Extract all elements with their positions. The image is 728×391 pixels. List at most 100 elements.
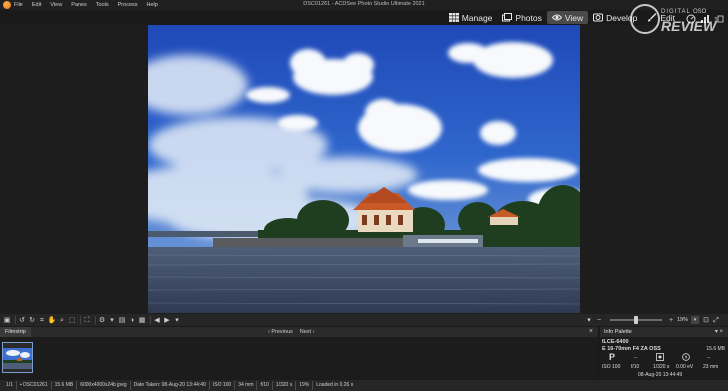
fit-to-screen-icon[interactable]: ⤢ [712,316,720,324]
menu-file[interactable]: File [14,2,23,8]
tab-edit-label: Edit [660,12,675,23]
iso-value: ISO 100 [602,364,621,370]
tab-edit[interactable]: Edit [642,11,680,24]
flash-icon [682,353,690,363]
filmstrip [0,337,598,379]
status-filename: ▪ DSC01261 [17,381,52,390]
info-palette-header: Info Palette ▾ × [600,327,728,337]
menu-bar: File Edit View Panes Tools Process Help [0,0,728,10]
filmstrip-tab[interactable]: Filmstrip [0,327,31,337]
image-viewer[interactable] [0,25,728,314]
more-dropdown-icon[interactable]: ▾ [173,316,181,324]
zoom-slider-knob[interactable] [633,316,638,324]
menu-process[interactable]: Process [118,2,138,8]
status-loaded: Loaded in 0.26 s [316,382,354,388]
status-filename-text: DSC01261 [23,382,48,388]
status-focal: 34 mm [235,381,258,390]
zoom-in-icon[interactable]: + [667,316,675,324]
next-button[interactable]: Next › [300,329,315,335]
crop-icon[interactable]: ⌗ [38,316,46,324]
tab-photos-label: Photos [515,12,542,23]
rotate-left-icon[interactable]: ↺ [18,316,26,324]
zoom-icon[interactable]: ⌕ [58,316,66,324]
landscape-photo-image [148,25,580,313]
brush-icon [648,13,657,22]
exposure-mode: P [609,352,616,362]
app-logo-icon[interactable] [3,1,11,9]
toolbar-divider [80,316,81,324]
filmstrip-close-button[interactable]: × [589,328,593,335]
status-dimensions: 6000x4000x24b jpeg [77,381,131,390]
settings-icon[interactable]: ⚙ [98,316,106,324]
zoom-controls: ▾ − + 19% ▾ ⊡ ⤢ [585,316,722,324]
filmstrip-nav: ‹ Previous Next › [268,327,314,337]
photos-icon [502,13,513,22]
tab-manage[interactable]: Manage [444,11,498,24]
fit-icon[interactable]: ⛶ [83,316,91,324]
status-shutter: 1/320 s [273,381,297,390]
focal-length: 23 mm [703,364,719,370]
slideshow-icon[interactable]: ▦ [138,316,146,324]
metering-icon [656,353,664,363]
tab-develop-label: Develop [606,12,638,23]
pan-icon[interactable]: ✋ [48,316,57,324]
toolbar-divider [150,316,151,324]
compare-icon[interactable]: ▤ [118,316,126,324]
zoom-preset-dropdown[interactable]: ▾ [691,316,699,324]
eye-icon [551,14,562,21]
info-palette: ILCE-6400 E 16-70mm F4 ZA OSS 15.6 MB P … [600,337,728,379]
mode-1to1-icon[interactable]: 1 [714,11,724,24]
previous-button[interactable]: ‹ Previous [268,329,293,335]
toolbar-divider [15,316,16,324]
stats-icon[interactable] [700,11,710,23]
grid-icon [448,13,459,22]
menu-edit[interactable]: Edit [32,2,41,8]
shutter-value: 1/320 s [653,364,670,370]
save-icon[interactable]: ▣ [3,316,11,324]
tab-manage-label: Manage [461,12,493,23]
status-aperture: f/10 [257,381,273,390]
status-size: 15.6 MB [52,381,78,390]
dashboard-icon[interactable] [686,11,696,24]
file-size: 15.6 MB [706,346,725,352]
top-right-icons: 1 [686,11,724,24]
develop-icon [593,13,604,22]
next-icon[interactable]: ▶ [163,316,171,324]
status-date-taken: Date Taken: 08-Aug-20 13:44:49 [131,381,210,390]
tab-photos[interactable]: Photos [497,11,546,24]
main-photo[interactable] [148,25,580,313]
menu-view[interactable]: View [50,2,62,8]
menu-help[interactable]: Help [147,2,158,8]
info-palette-controls[interactable]: ▾ × [715,328,723,335]
toolbar-divider [95,316,96,324]
capture-date: 08-Aug-20 13:44:49 [638,372,683,378]
menu-tools[interactable]: Tools [96,2,109,8]
tab-develop[interactable]: Develop [588,11,642,24]
zoom-menu-icon[interactable]: ▾ [585,316,593,324]
next-label: Next [299,329,312,335]
dropdown-icon[interactable]: ▾ [108,316,116,324]
mode-tabs: Manage Photos View Develop Edit [444,10,680,25]
info-placeholder: -- [707,355,711,361]
filmstrip-header: Filmstrip ‹ Previous Next › × [0,327,598,337]
previous-label: Previous [271,329,293,335]
actual-size-icon[interactable]: ⊡ [702,316,710,324]
tab-view[interactable]: View [546,11,589,24]
status-zoom: 19% [296,381,314,390]
previous-icon[interactable]: ◀ [153,316,161,324]
viewer-toolbar: ▣ ↺ ↻ ⌗ ✋ ⌕ ⬚ ⛶ ⚙ ▾ ▤ ◑ ▦ ◀ ▶ ▾ ▾ − + 19… [0,314,728,326]
color-icon[interactable]: ◑ [128,316,136,324]
zoom-out-icon[interactable]: − [595,316,603,324]
rotate-right-icon[interactable]: ↻ [28,316,36,324]
select-icon[interactable]: ⬚ [68,316,76,324]
status-index: 1/1 [3,381,17,390]
zoom-slider[interactable] [609,316,662,324]
filmstrip-thumbnail[interactable] [2,342,33,373]
info-placeholder: -- [634,355,638,361]
thumbnail-image [3,343,32,372]
svg-text:1: 1 [714,17,718,24]
zoom-value: 19% [676,317,688,323]
camera-model: ILCE-6400 [602,339,629,345]
info-palette-title: Info Palette [604,329,632,335]
menu-panes[interactable]: Panes [71,2,87,8]
